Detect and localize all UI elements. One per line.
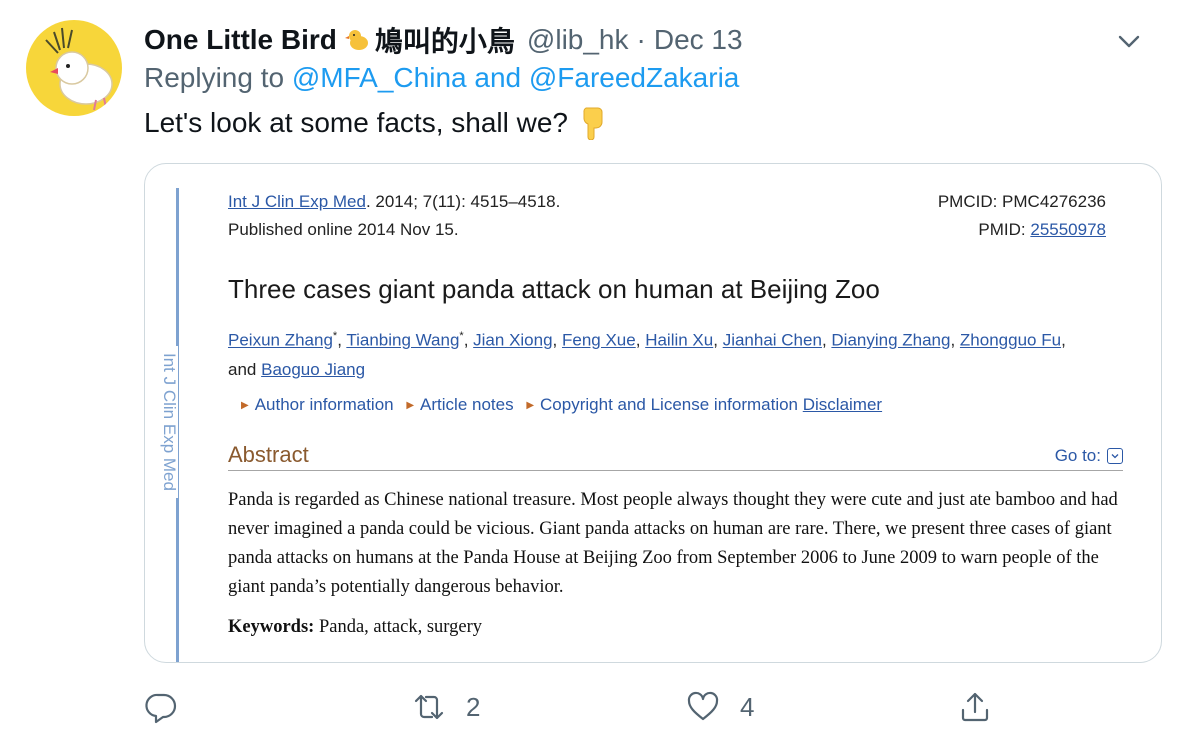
chevron-down-icon[interactable] bbox=[1114, 26, 1144, 56]
and-text: and bbox=[228, 359, 257, 379]
avatar[interactable] bbox=[26, 20, 122, 116]
author-link[interactable]: Hailin Xu bbox=[645, 331, 713, 350]
author-information-link[interactable]: Author information bbox=[255, 395, 394, 414]
disclaimer-link[interactable]: Disclaimer bbox=[803, 395, 882, 414]
article-notes-link[interactable]: Article notes bbox=[420, 395, 514, 414]
goto-label: Go to: bbox=[1054, 446, 1101, 465]
abstract-text: Panda is regarded as Chinese national tr… bbox=[228, 490, 1118, 597]
goto-menu[interactable]: Go to: bbox=[1055, 446, 1123, 466]
reply-button[interactable] bbox=[144, 690, 178, 724]
retweet-icon bbox=[414, 694, 444, 720]
author-name-cjk[interactable]: 鳩叫的小鳥 bbox=[375, 20, 515, 60]
keywords: Keywords: Panda, attack, surgery bbox=[228, 617, 482, 638]
author-link[interactable]: Tianbing Wang bbox=[346, 331, 459, 350]
retweet-button[interactable]: 2 bbox=[412, 690, 480, 724]
tweet-body: Let's look at some facts, shall we? bbox=[144, 107, 568, 138]
bird-avatar-icon bbox=[45, 27, 113, 111]
pmid: PMID: 25550978 bbox=[978, 220, 1106, 240]
author-name[interactable]: One Little Bird bbox=[144, 24, 337, 56]
abstract-header: Abstract Go to: bbox=[228, 442, 1123, 471]
author-link[interactable]: Jian Xiong bbox=[473, 331, 552, 350]
article-card[interactable]: Int J Clin Exp Med Int J Clin Exp Med. 2… bbox=[144, 163, 1162, 663]
abstract-heading: Abstract bbox=[228, 442, 309, 467]
tweet-text: Let's look at some facts, shall we? bbox=[144, 106, 608, 140]
replying-prefix: Replying to bbox=[144, 62, 292, 93]
sidebar-journal-label: Int J Clin Exp Med bbox=[160, 346, 179, 498]
citation-text: . 2014; 7(11): 4515–4518. bbox=[365, 192, 561, 211]
article-title: Three cases giant panda attack on human … bbox=[228, 274, 880, 304]
keywords-values: Panda, attack, surgery bbox=[318, 617, 482, 637]
tweet-header: One Little Bird 鳩叫的小鳥 @lib_hk · Dec 13 bbox=[144, 22, 1156, 58]
like-count: 4 bbox=[740, 691, 755, 722]
copyright-link[interactable]: Copyright and License information bbox=[540, 395, 798, 414]
chick-emoji-icon bbox=[344, 26, 373, 54]
like-button[interactable]: 4 bbox=[686, 690, 754, 724]
journal-link[interactable]: Int J Clin Exp Med bbox=[228, 192, 366, 211]
replying-to-link[interactable]: @MFA_China and @FareedZakaria bbox=[292, 62, 740, 93]
separator-dot: · bbox=[636, 24, 646, 55]
author-link[interactable]: Peixun Zhang bbox=[228, 331, 333, 350]
author-link[interactable]: Dianying Zhang bbox=[831, 331, 950, 350]
reply-icon bbox=[145, 693, 177, 724]
tweet-date[interactable]: Dec 13 bbox=[654, 24, 743, 56]
share-button[interactable] bbox=[958, 690, 992, 724]
author-link[interactable]: Baoguo Jiang bbox=[261, 360, 365, 379]
heart-icon bbox=[687, 691, 719, 721]
retweet-count: 2 bbox=[466, 691, 481, 722]
replying-to: Replying to @MFA_China and @FareedZakari… bbox=[144, 62, 739, 94]
author-list: Peixun Zhang*, Tianbing Wang*, Jian Xion… bbox=[228, 330, 1066, 379]
expand-triangle-icon: ▶ bbox=[406, 400, 415, 411]
pointing-down-emoji-icon bbox=[578, 106, 608, 140]
pmid-label: PMID: bbox=[978, 220, 1031, 239]
published-date: Published online 2014 Nov 15. bbox=[228, 220, 459, 239]
author-link[interactable]: Zhongguo Fu bbox=[960, 331, 1061, 350]
dropdown-icon bbox=[1107, 448, 1123, 464]
author-handle[interactable]: @lib_hk bbox=[527, 24, 629, 56]
author-link[interactable]: Jianhai Chen bbox=[723, 331, 822, 350]
tweet-actions: 2 4 bbox=[0, 690, 1186, 740]
expand-triangle-icon: ▶ bbox=[241, 400, 249, 411]
pmid-link[interactable]: 25550978 bbox=[1030, 220, 1106, 239]
author-link[interactable]: Feng Xue bbox=[562, 331, 636, 350]
pmcid: PMCID: PMC4276236 bbox=[937, 192, 1106, 211]
citation-line: Int J Clin Exp Med. 2014; 7(11): 4515–45… bbox=[228, 192, 560, 212]
share-icon bbox=[961, 692, 989, 722]
info-links: ▶ Author information ▶ Article notes ▶ Copy… bbox=[241, 395, 882, 415]
expand-triangle-icon: ▶ bbox=[526, 400, 535, 411]
keywords-label: Keywords: bbox=[228, 617, 315, 637]
